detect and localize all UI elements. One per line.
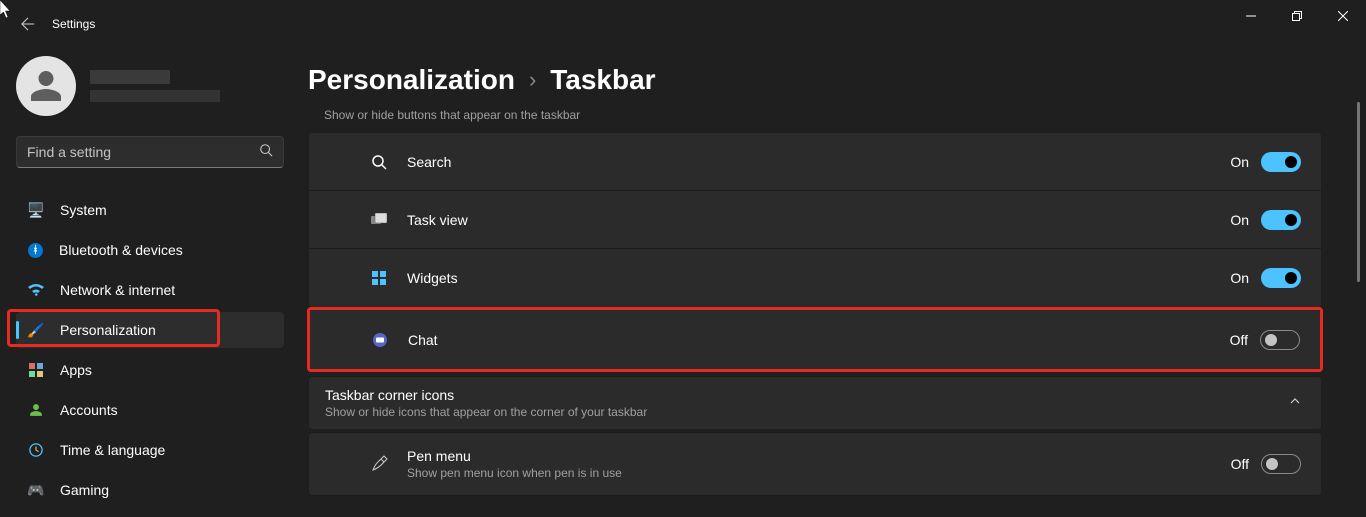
- item-label: Pen menu: [407, 448, 1231, 464]
- corner-icons-subtitle: Show or hide icons that appear on the co…: [325, 405, 1289, 419]
- breadcrumb-parent[interactable]: Personalization: [308, 64, 515, 96]
- sidebar-item-time[interactable]: Time & language: [16, 432, 284, 468]
- profile-email: [90, 90, 220, 102]
- breadcrumb-current: Taskbar: [550, 64, 655, 96]
- search-toggle[interactable]: [1261, 152, 1301, 172]
- sidebar-item-label: Personalization: [60, 322, 156, 338]
- accounts-icon: [28, 402, 44, 418]
- system-icon: 🖥️: [28, 202, 44, 218]
- breadcrumb: Personalization › Taskbar: [308, 64, 1322, 96]
- widgets-icon: [369, 268, 389, 288]
- item-label: Chat: [408, 332, 1230, 348]
- main-content: Personalization › Taskbar Show or hide b…: [300, 48, 1366, 517]
- gaming-icon: 🎮: [28, 482, 44, 498]
- sidebar-item-label: Accounts: [60, 402, 118, 418]
- toggle-state-label: On: [1230, 212, 1249, 228]
- profile[interactable]: [16, 56, 300, 116]
- arrow-left-icon: [21, 17, 35, 31]
- clock-icon: [28, 442, 44, 458]
- sidebar-item-label: System: [60, 202, 107, 218]
- close-button[interactable]: [1320, 0, 1366, 32]
- widgets-toggle[interactable]: [1261, 268, 1301, 288]
- sidebar: 🖥️ System ᚼ Bluetooth & devices Network …: [0, 48, 300, 517]
- minimize-button[interactable]: [1228, 0, 1274, 32]
- corner-icons-box: Pen menu Show pen menu icon when pen is …: [308, 432, 1322, 496]
- search-input[interactable]: [27, 144, 259, 160]
- sidebar-item-gaming[interactable]: 🎮 Gaming: [16, 472, 284, 508]
- taskview-toggle[interactable]: [1261, 210, 1301, 230]
- back-button[interactable]: [12, 8, 44, 40]
- penmenu-toggle[interactable]: [1261, 454, 1301, 474]
- corner-item-penmenu[interactable]: Pen menu Show pen menu icon when pen is …: [309, 433, 1321, 495]
- taskbar-item-search[interactable]: Search On: [309, 133, 1321, 191]
- chevron-up-icon: [1289, 394, 1301, 412]
- close-icon: [1338, 11, 1348, 21]
- taskbar-item-taskview[interactable]: Task view On: [309, 191, 1321, 249]
- titlebar: Settings: [0, 0, 1366, 48]
- profile-name: [90, 70, 170, 84]
- search-icon: [369, 152, 389, 172]
- nav: 🖥️ System ᚼ Bluetooth & devices Network …: [16, 192, 284, 508]
- taskbar-item-chat[interactable]: Chat Off: [310, 310, 1320, 369]
- sidebar-item-apps[interactable]: Apps: [16, 352, 284, 388]
- item-label: Task view: [407, 212, 1230, 228]
- person-icon: [28, 68, 64, 104]
- sidebar-item-label: Time & language: [60, 442, 165, 458]
- highlight-chat: Chat Off: [307, 307, 1323, 372]
- maximize-icon: [1292, 11, 1302, 21]
- sidebar-item-label: Apps: [60, 362, 92, 378]
- sidebar-item-system[interactable]: 🖥️ System: [16, 192, 284, 228]
- toggle-state-label: Off: [1231, 456, 1249, 472]
- sidebar-item-network[interactable]: Network & internet: [16, 272, 284, 308]
- search-icon: [259, 143, 273, 162]
- taskbar-item-widgets[interactable]: Widgets On: [309, 249, 1321, 307]
- breadcrumb-separator: ›: [529, 67, 536, 93]
- taskview-icon: [369, 210, 389, 230]
- chat-toggle[interactable]: [1260, 330, 1300, 350]
- minimize-icon: [1246, 11, 1256, 21]
- sidebar-item-accounts[interactable]: Accounts: [16, 392, 284, 428]
- apps-icon: [28, 362, 44, 378]
- item-label: Widgets: [407, 270, 1230, 286]
- window-title: Settings: [52, 17, 95, 31]
- wifi-icon: [28, 282, 44, 298]
- sidebar-item-label: Network & internet: [60, 282, 175, 298]
- sidebar-item-personalization[interactable]: 🖌️ Personalization: [16, 312, 284, 348]
- sidebar-item-bluetooth[interactable]: ᚼ Bluetooth & devices: [16, 232, 284, 268]
- sidebar-item-label: Bluetooth & devices: [59, 242, 183, 258]
- toggle-state-label: On: [1230, 154, 1249, 170]
- maximize-button[interactable]: [1274, 0, 1320, 32]
- search-box[interactable]: [16, 136, 284, 168]
- toggle-state-label: On: [1230, 270, 1249, 286]
- item-label: Search: [407, 154, 1230, 170]
- bluetooth-icon: ᚼ: [28, 243, 43, 258]
- chat-icon: [370, 330, 390, 350]
- taskbar-items-subtitle: Show or hide buttons that appear on the …: [308, 108, 1322, 132]
- avatar: [16, 56, 76, 116]
- toggle-state-label: Off: [1230, 332, 1248, 348]
- scrollbar[interactable]: [1357, 102, 1360, 282]
- pen-icon: [369, 454, 389, 474]
- item-sublabel: Show pen menu icon when pen is in use: [407, 466, 1231, 480]
- corner-icons-header[interactable]: Taskbar corner icons Show or hide icons …: [308, 376, 1322, 430]
- corner-icons-title: Taskbar corner icons: [325, 387, 1289, 403]
- sidebar-item-label: Gaming: [60, 482, 109, 498]
- taskbar-items-box: Search On Task view On Widgets On: [308, 132, 1322, 308]
- paintbrush-icon: 🖌️: [28, 322, 44, 338]
